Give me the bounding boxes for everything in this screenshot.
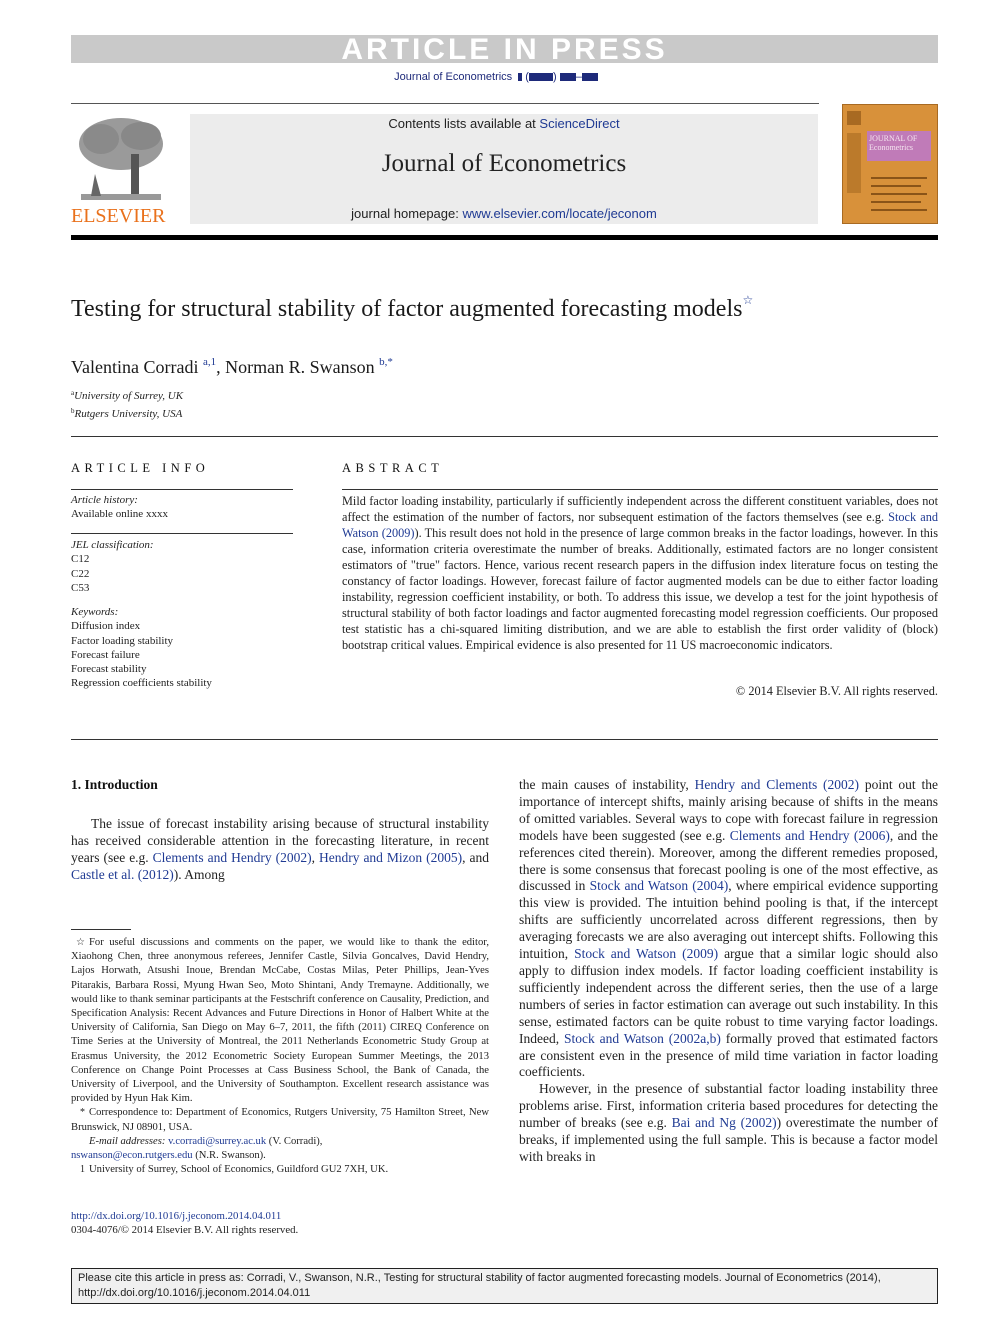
citation-doi[interactable]: http://dx.doi.org/10.1016/j.jeconom.2014… (78, 1286, 931, 1301)
header-rule (71, 103, 819, 104)
citation-link[interactable]: Clements and Hendry (2002) (153, 850, 312, 865)
paragraph: the main causes of instability, Hendry a… (519, 777, 939, 1080)
author-affiliation-marker[interactable]: b,* (379, 356, 393, 368)
section-heading-introduction: 1. Introduction (71, 777, 158, 792)
title-rule (71, 436, 938, 437)
journal-homepage-link[interactable]: www.elsevier.com/locate/jeconom (462, 206, 656, 221)
keyword: Forecast failure (71, 648, 140, 661)
intro-left-column: The issue of forecast instability arisin… (71, 816, 490, 882)
footnote-acknowledgements: ☆ For useful discussions and comments on … (71, 937, 489, 1105)
abstract-heading: ABSTRACT (342, 461, 444, 475)
author-affiliation-marker[interactable]: a,1 (203, 356, 216, 368)
footnote-rule (71, 929, 131, 930)
title-footnote-star-icon[interactable]: ☆ (742, 293, 753, 307)
email-link[interactable]: v.corradi@surrey.ac.uk (168, 1136, 266, 1147)
author-list: Valentina Corradi a,1, Norman R. Swanson… (71, 356, 393, 377)
jel-code: C12 (71, 553, 90, 566)
citation-link[interactable]: Castle et al. (2012) (71, 867, 174, 882)
sciencedirect-link[interactable]: ScienceDirect (539, 116, 619, 131)
footnote-affiliation: 1 University of Surrey, School of Economi… (80, 1164, 389, 1176)
masthead-thick-rule (71, 235, 938, 240)
journal-masthead: Contents lists available at ScienceDirec… (190, 114, 818, 224)
citation-link[interactable]: Stock and Watson (2004) (590, 878, 729, 893)
footnote-correspondence: * Correspondence to: Department of Econom… (71, 1107, 489, 1133)
keyword: Regression coefficients stability (71, 677, 212, 690)
citation-link[interactable]: Stock and Watson (2009) (574, 946, 718, 961)
cover-title: JOURNAL OF Econometrics (867, 131, 931, 161)
author-name: Valentina Corradi (71, 357, 199, 377)
issn-copyright: 0304-4076/© 2014 Elsevier B.V. All right… (71, 1224, 299, 1237)
article-info-rule (71, 489, 293, 490)
doi-link[interactable]: http://dx.doi.org/10.1016/j.jeconom.2014… (71, 1209, 298, 1223)
abstract-bottom-rule (71, 739, 938, 740)
journal-reference-name: Journal of Econometrics (394, 71, 513, 83)
keywords: Keywords: Diffusion index Factor loading… (71, 605, 293, 691)
footnote-star-icon: ☆ (76, 937, 85, 948)
abstract-copyright: © 2014 Elsevier B.V. All rights reserved… (735, 684, 938, 698)
email-link[interactable]: nswanson@econ.rutgers.edu (71, 1150, 193, 1161)
contents-line: Contents lists available at ScienceDirec… (388, 116, 620, 131)
doi-block: http://dx.doi.org/10.1016/j.jeconom.2014… (71, 1209, 298, 1237)
jel-code: C53 (71, 581, 90, 594)
intro-right-column: the main causes of instability, Hendry a… (519, 777, 938, 1166)
abstract-text: Mild factor loading instability, particu… (342, 494, 939, 652)
article-in-press-banner: ARTICLE IN PRESS (71, 35, 938, 65)
journal-reference: Journal of Econometrics () – (0, 71, 992, 83)
citation-box: Please cite this article in press as: Co… (71, 1268, 938, 1304)
journal-cover-thumbnail: JOURNAL OF Econometrics (842, 104, 938, 224)
article-history: Article history: Available online xxxx (71, 494, 168, 521)
citation-link[interactable]: Clements and Hendry (2006) (730, 828, 890, 843)
citation-year-link[interactable]: (2009) (382, 526, 415, 540)
footnote-emails: E-mail addresses: v.corradi@surrey.ac.uk… (71, 1135, 323, 1162)
article-info-heading: ARTICLE INFO (71, 461, 210, 475)
author-name: Norman R. Swanson (225, 357, 375, 377)
citation-link[interactable]: Hendry and Mizon (2005) (319, 850, 462, 865)
elsevier-wordmark: ELSEVIER (71, 205, 166, 227)
citation-link[interactable]: Stock and Watson (2002a,b) (564, 1031, 721, 1046)
jel-code: C22 (71, 567, 90, 580)
citation-link[interactable]: Bai and Ng (2002) (672, 1115, 777, 1130)
paragraph: However, in the presence of substantial … (519, 1081, 938, 1164)
citation-link[interactable]: Hendry and Clements (2002) (695, 777, 859, 792)
homepage-line: journal homepage: www.elsevier.com/locat… (351, 206, 657, 221)
affiliation: aUniversity of Surrey, UK (71, 389, 184, 402)
keyword: Factor loading stability (71, 634, 174, 647)
journal-title: Journal of Econometrics (381, 150, 627, 177)
article-title: Testing for structural stability of fact… (71, 293, 754, 322)
article-info-rule (71, 533, 293, 534)
affiliation: bRutgers University, USA (71, 407, 183, 420)
jel-classification: JEL classification: C12 C22 C53 (71, 538, 293, 595)
footnotes: ☆ For useful discussions and comments on … (71, 936, 489, 1177)
keyword: Forecast stability (71, 663, 147, 676)
abstract-rule (342, 489, 938, 490)
keyword: Diffusion index (71, 620, 141, 633)
